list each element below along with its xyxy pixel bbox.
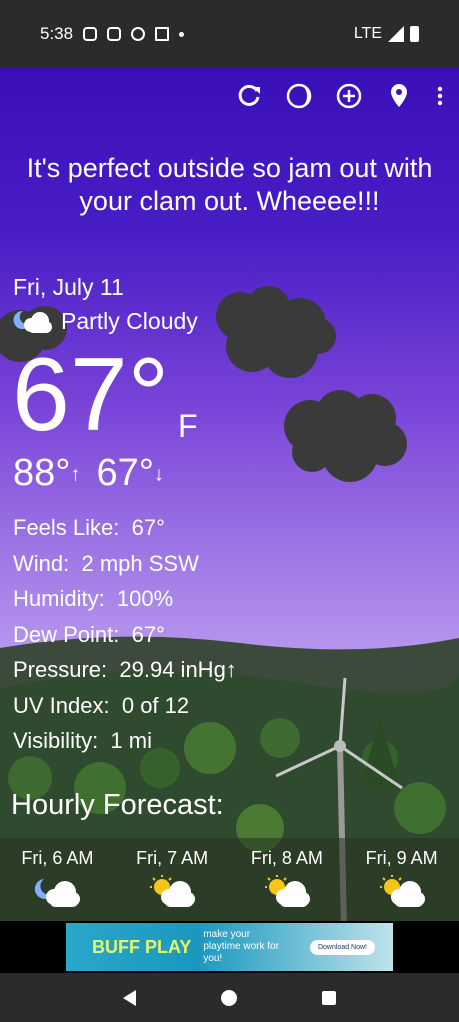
hourly-item[interactable]: Fri, 7 AM	[115, 838, 230, 921]
temperature-unit: F	[178, 408, 198, 444]
add-location-icon[interactable]	[335, 82, 363, 110]
signal-icon	[388, 26, 404, 42]
back-icon[interactable]	[122, 989, 136, 1006]
ad-creative[interactable]: BUFF PLAY make your playtime work for yo…	[66, 923, 393, 971]
instagram-icon	[107, 27, 122, 41]
hourly-item[interactable]: Fri, 9 AM	[344, 838, 459, 921]
low-temp: 67°	[96, 452, 154, 494]
partly-cloudy-night-icon	[13, 310, 52, 333]
status-time: 5:38	[40, 24, 74, 43]
detail-pressure: Pressure: 29.94 inHg↑	[13, 657, 237, 682]
ad-tagline: make your playtime work for you!	[203, 929, 279, 964]
status-bar: 5:38 LTE	[0, 0, 459, 68]
arrow-up-icon: ↑	[70, 463, 81, 486]
partly-cloudy-day-icon	[379, 875, 425, 907]
current-condition: Partly Cloudy	[13, 308, 198, 335]
refresh-icon[interactable]	[235, 82, 263, 110]
ad-download-button[interactable]: Download Now!	[309, 939, 375, 955]
partly-cloudy-night-icon	[35, 879, 81, 907]
hourly-item[interactable]: Fri, 8 AM	[230, 838, 345, 921]
weather-tagline: It's perfect outside so jam out with you…	[26, 153, 433, 216]
weather-screen: It's perfect outside so jam out with you…	[0, 68, 459, 921]
gmail-icon	[155, 27, 170, 41]
partly-cloudy-day-icon	[150, 875, 196, 907]
detail-humidity: Humidity: 100%	[13, 586, 174, 611]
arrow-down-icon: ↓	[153, 463, 164, 486]
partly-cloudy-day-icon	[264, 875, 310, 907]
dot-icon	[179, 31, 185, 37]
network-type: LTE	[353, 25, 382, 42]
toolbar	[235, 82, 445, 110]
detail-visibility: Visibility: 1 mi	[13, 728, 152, 753]
home-icon[interactable]	[220, 989, 237, 1006]
detail-wind: Wind: 2 mph SSW	[13, 550, 199, 576]
hourly-forecast-title: Hourly Forecast:	[11, 789, 224, 821]
system-nav-bar	[0, 973, 459, 1022]
ad-banner: BUFF PLAY make your playtime work for yo…	[0, 921, 459, 973]
hourly-item[interactable]: Fri, 6 AM	[0, 838, 115, 921]
instagram-icon	[83, 27, 98, 41]
detail-feels-like: Feels Like: 67°	[13, 515, 165, 540]
detail-dew-point: Dew Point: 67°	[13, 621, 165, 647]
recents-icon[interactable]	[322, 990, 337, 1005]
weather-details: Feels Like: 67° Wind: 2 mph SSW Humidity…	[13, 510, 237, 759]
detail-uv-index: UV Index: 0 of 12	[13, 692, 190, 718]
high-low: 88°↑ 67°↓	[13, 452, 164, 495]
condition-label: Partly Cloudy	[61, 308, 198, 334]
alarm-icon	[131, 27, 146, 41]
location-pin-icon[interactable]	[385, 82, 413, 110]
battery-icon	[410, 26, 419, 42]
more-vert-icon[interactable]	[435, 82, 445, 110]
current-date: Fri, July 11	[13, 274, 124, 300]
hourly-forecast-list[interactable]: Fri, 6 AM Fri, 7 AM Fri, 8 AM Fri, 9 AM	[0, 838, 459, 921]
current-temperature: 67°	[12, 337, 170, 453]
moon-phase-icon[interactable]	[285, 82, 313, 110]
ad-brand: BUFF PLAY	[92, 937, 192, 957]
high-temp: 88°	[13, 452, 71, 494]
